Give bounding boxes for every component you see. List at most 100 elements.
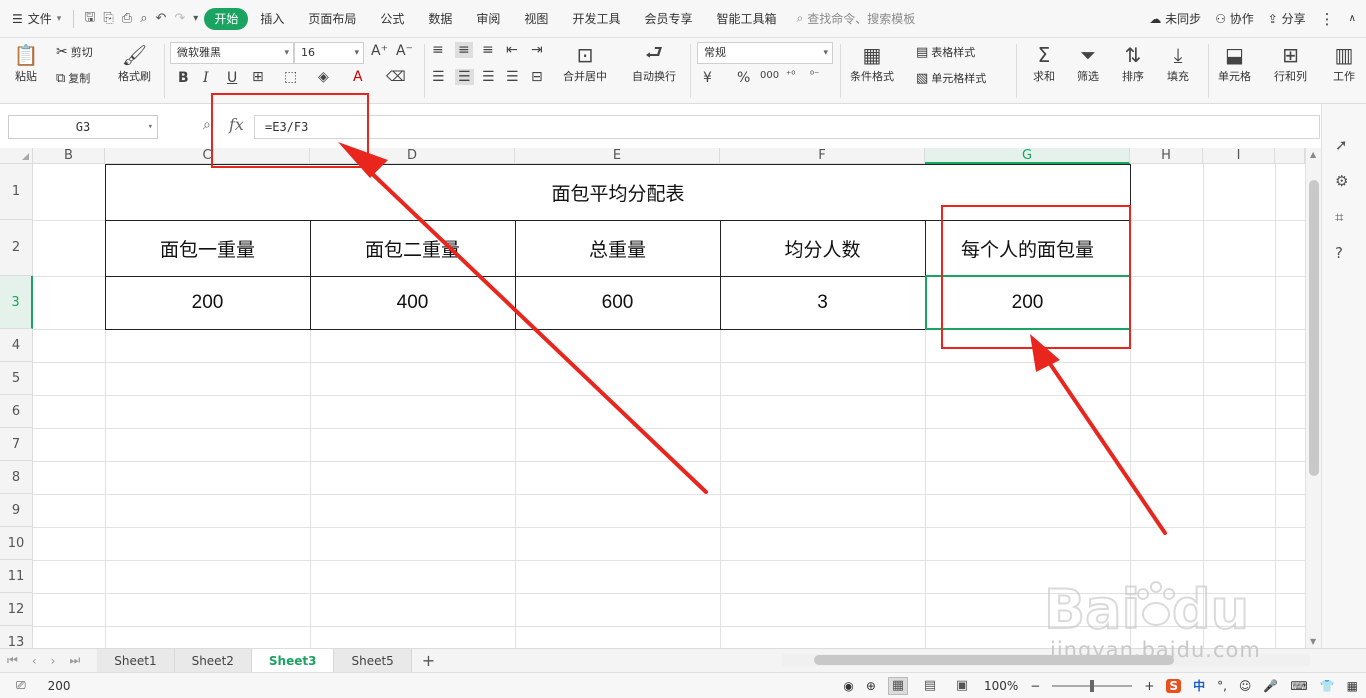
align-left-icon[interactable]: ☰ xyxy=(432,69,445,85)
worksheet-button[interactable]: ▥ 工作 xyxy=(1330,42,1358,84)
select-cursor-icon[interactable]: ➚ xyxy=(1335,136,1348,154)
increase-font-icon[interactable]: A⁺ xyxy=(371,43,388,59)
sheet-tab-2[interactable]: Sheet2 xyxy=(174,648,252,673)
underline-icon[interactable]: U xyxy=(227,70,237,86)
clear-format-icon[interactable]: ⌫ xyxy=(386,69,406,85)
column-header-b[interactable]: B xyxy=(33,148,105,164)
increase-indent-icon[interactable]: ⇥ xyxy=(531,42,543,58)
cell-style-button[interactable]: ▧ 单元格样式 xyxy=(916,70,986,86)
zoom-slider[interactable] xyxy=(1052,679,1133,692)
more-icon[interactable]: ⋮ xyxy=(1320,10,1335,28)
tab-review[interactable]: 审阅 xyxy=(464,8,512,30)
ime-language[interactable]: 中 xyxy=(1193,677,1205,694)
number-format-select[interactable]: 常规 xyxy=(697,42,833,64)
properties-icon[interactable]: ⌗ xyxy=(1335,208,1343,226)
command-search[interactable]: ⌕ 查找命令、搜索模板 xyxy=(796,10,915,27)
tab-insert[interactable]: 插入 xyxy=(248,8,296,30)
sum-button[interactable]: Σ 求和 xyxy=(1030,42,1058,84)
microphone-icon[interactable]: 🎤 xyxy=(1263,679,1278,693)
vertical-scroll-thumb[interactable] xyxy=(1309,180,1319,476)
column-header-g[interactable]: G xyxy=(925,148,1130,164)
row-header-11[interactable]: 11 xyxy=(0,560,33,593)
cut-button[interactable]: ✂ 剪切 xyxy=(56,44,93,60)
decrease-font-icon[interactable]: A⁻ xyxy=(396,43,413,59)
punctuation-icon[interactable]: °, xyxy=(1217,679,1227,693)
row-header-6[interactable]: 6 xyxy=(0,395,33,428)
table-style-button[interactable]: ▤ 表格样式 xyxy=(916,44,975,60)
fill-pattern-icon[interactable]: ⬚ xyxy=(284,69,297,85)
value-cell-e3[interactable]: 600 xyxy=(515,276,720,329)
toolbox-icon[interactable]: ▦ xyxy=(1347,679,1358,693)
sync-status[interactable]: ☁ 未同步 xyxy=(1149,10,1201,27)
column-header-next[interactable] xyxy=(1275,148,1305,164)
row-header-10[interactable]: 10 xyxy=(0,527,33,560)
redo-icon[interactable]: ↷ xyxy=(174,11,185,26)
header-cell-bread1[interactable]: 面包一重量 xyxy=(105,220,310,276)
row-header-7[interactable]: 7 xyxy=(0,428,33,461)
tab-view[interactable]: 视图 xyxy=(512,8,560,30)
row-header-1[interactable]: 1 xyxy=(0,164,33,220)
first-sheet-icon[interactable]: ⏮ xyxy=(0,653,25,668)
zoom-level[interactable]: 100% xyxy=(984,679,1018,693)
share-button[interactable]: ⇪ 分享 xyxy=(1268,10,1306,27)
tab-formulas[interactable]: 公式 xyxy=(368,8,416,30)
vertical-scrollbar[interactable]: ▲ ▼ xyxy=(1305,148,1321,648)
undo-icon[interactable]: ↶ xyxy=(155,11,166,26)
zoom-out-icon[interactable]: − xyxy=(1030,679,1040,693)
fill-color-icon[interactable]: ◈ xyxy=(318,69,329,85)
font-color-icon[interactable]: A xyxy=(353,69,363,85)
column-header-i[interactable]: I xyxy=(1203,148,1275,164)
print-preview-icon[interactable]: ⌕ xyxy=(140,11,147,26)
emoji-icon[interactable]: ☺ xyxy=(1239,679,1252,693)
sheet-tab-5[interactable]: Sheet5 xyxy=(334,648,412,673)
increase-decimal-icon[interactable]: ⁺⁰ xyxy=(786,70,795,81)
row-header-5[interactable]: 5 xyxy=(0,362,33,395)
row-header-3[interactable]: 3 xyxy=(0,276,33,329)
wrap-text-button[interactable]: ⮐ 自动换行 xyxy=(632,40,676,84)
font-name-select[interactable]: 微软雅黑 xyxy=(170,42,294,64)
font-size-select[interactable]: 16 xyxy=(294,42,364,64)
tab-home[interactable]: 开始 xyxy=(204,7,249,30)
collapse-ribbon-icon[interactable]: ∧ xyxy=(1349,13,1356,24)
filter-button[interactable]: ⏷ 筛选 xyxy=(1074,42,1102,84)
row-header-2[interactable]: 2 xyxy=(0,220,33,276)
page-layout-view-button[interactable]: ▤ xyxy=(920,677,940,695)
thousands-separator-icon[interactable]: 000 xyxy=(760,70,779,81)
prev-sheet-icon[interactable]: ‹ xyxy=(25,654,44,668)
zoom-formula-icon[interactable]: ⌕ xyxy=(203,117,211,133)
print-icon[interactable]: ⎙ xyxy=(122,11,132,26)
align-right-icon[interactable]: ☰ xyxy=(482,69,495,85)
conditional-format-button[interactable]: ▦ 条件格式 xyxy=(850,42,894,84)
column-header-f[interactable]: F xyxy=(720,148,925,164)
page-break-view-button[interactable]: ▣ xyxy=(952,677,972,695)
scroll-up-icon[interactable]: ▲ xyxy=(1310,150,1316,159)
skin-icon[interactable]: 👕 xyxy=(1320,679,1335,693)
row-header-9[interactable]: 9 xyxy=(0,494,33,527)
decrease-decimal-icon[interactable]: ⁰⁻ xyxy=(810,70,819,81)
last-sheet-icon[interactable]: ⏭ xyxy=(62,653,87,668)
sheet-tab-3[interactable]: Sheet3 xyxy=(251,648,335,673)
row-col-button[interactable]: ⊞ 行和列 xyxy=(1274,42,1307,84)
merge-center-button[interactable]: ⊡ 合并居中 xyxy=(563,42,607,84)
file-menu[interactable]: ☰ 文件 ▾ xyxy=(0,10,69,27)
eye-protection-icon[interactable]: ◉ xyxy=(843,679,853,693)
italic-icon[interactable]: I xyxy=(203,70,209,86)
normal-view-button[interactable]: ▦ xyxy=(887,676,908,695)
distributed-align-icon[interactable]: ⊟ xyxy=(531,69,543,85)
tab-page-layout[interactable]: 页面布局 xyxy=(296,8,368,30)
tab-developer[interactable]: 开发工具 xyxy=(560,8,632,30)
cell-button[interactable]: ⬓ 单元格 xyxy=(1218,42,1251,84)
help-icon[interactable]: ? xyxy=(1335,244,1343,262)
settings-sliders-icon[interactable]: ⚙ xyxy=(1335,172,1348,190)
bold-icon[interactable]: B xyxy=(178,70,189,86)
export-pdf-icon[interactable]: ⎘ xyxy=(103,11,113,26)
align-top-icon[interactable]: ≡ xyxy=(432,42,444,58)
header-cell-total[interactable]: 总重量 xyxy=(515,220,720,276)
copy-button[interactable]: ⧉ 复制 xyxy=(56,70,90,86)
paste-button[interactable]: 📋 粘贴 xyxy=(12,42,40,84)
value-cell-d3[interactable]: 400 xyxy=(310,276,515,329)
formula-input[interactable]: =E3/F3 xyxy=(254,115,1320,139)
column-header-h[interactable]: H xyxy=(1130,148,1203,164)
row-header-4[interactable]: 4 xyxy=(0,329,33,362)
save-icon[interactable]: 🖫 xyxy=(84,8,95,30)
